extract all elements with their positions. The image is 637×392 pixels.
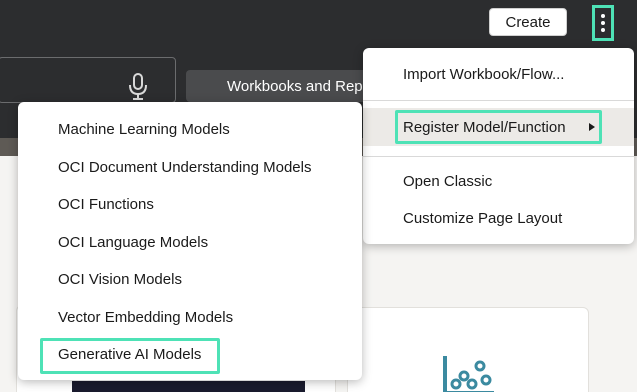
submenu-item-machine-learning-models[interactable]: Machine Learning Models — [58, 120, 230, 140]
microphone-icon[interactable] — [127, 73, 149, 101]
tab-workbooks-and-reports[interactable]: Workbooks and Rep — [186, 70, 376, 102]
submenu-item-oci-vision-models[interactable]: OCI Vision Models — [58, 270, 182, 290]
submenu-item-oci-functions[interactable]: OCI Functions — [58, 195, 154, 215]
kebab-menu-button[interactable] — [592, 5, 614, 41]
menu-divider — [363, 100, 634, 101]
scatter-plot-icon — [443, 356, 494, 392]
submenu-item-generative-ai-models[interactable]: Generative AI Models — [58, 345, 201, 365]
menu-item-register-model-label: Register Model/Function — [403, 119, 566, 136]
menu-item-open-classic[interactable]: Open Classic — [403, 172, 492, 192]
chevron-right-icon — [589, 123, 595, 131]
create-label: Create — [505, 13, 551, 31]
menu-item-import-workbook[interactable]: Import Workbook/Flow... — [403, 65, 564, 85]
search-input[interactable] — [0, 57, 176, 103]
tab-label: Workbooks and Rep — [227, 78, 363, 95]
submenu-item-oci-language-models[interactable]: OCI Language Models — [58, 233, 208, 253]
kebab-menu-icon — [601, 14, 605, 32]
card-thumbnail — [72, 381, 305, 392]
menu-divider — [363, 156, 634, 157]
submenu-item-oci-document-understanding[interactable]: OCI Document Understanding Models — [58, 158, 311, 178]
create-button[interactable]: Create — [489, 8, 567, 36]
menu-item-customize-page-layout[interactable]: Customize Page Layout — [403, 209, 562, 229]
register-model-submenu: Machine Learning Models OCI Document Und… — [18, 102, 362, 380]
submenu-item-vector-embedding-models[interactable]: Vector Embedding Models — [58, 308, 233, 328]
more-actions-menu: Import Workbook/Flow... Register Model/F… — [363, 48, 634, 244]
